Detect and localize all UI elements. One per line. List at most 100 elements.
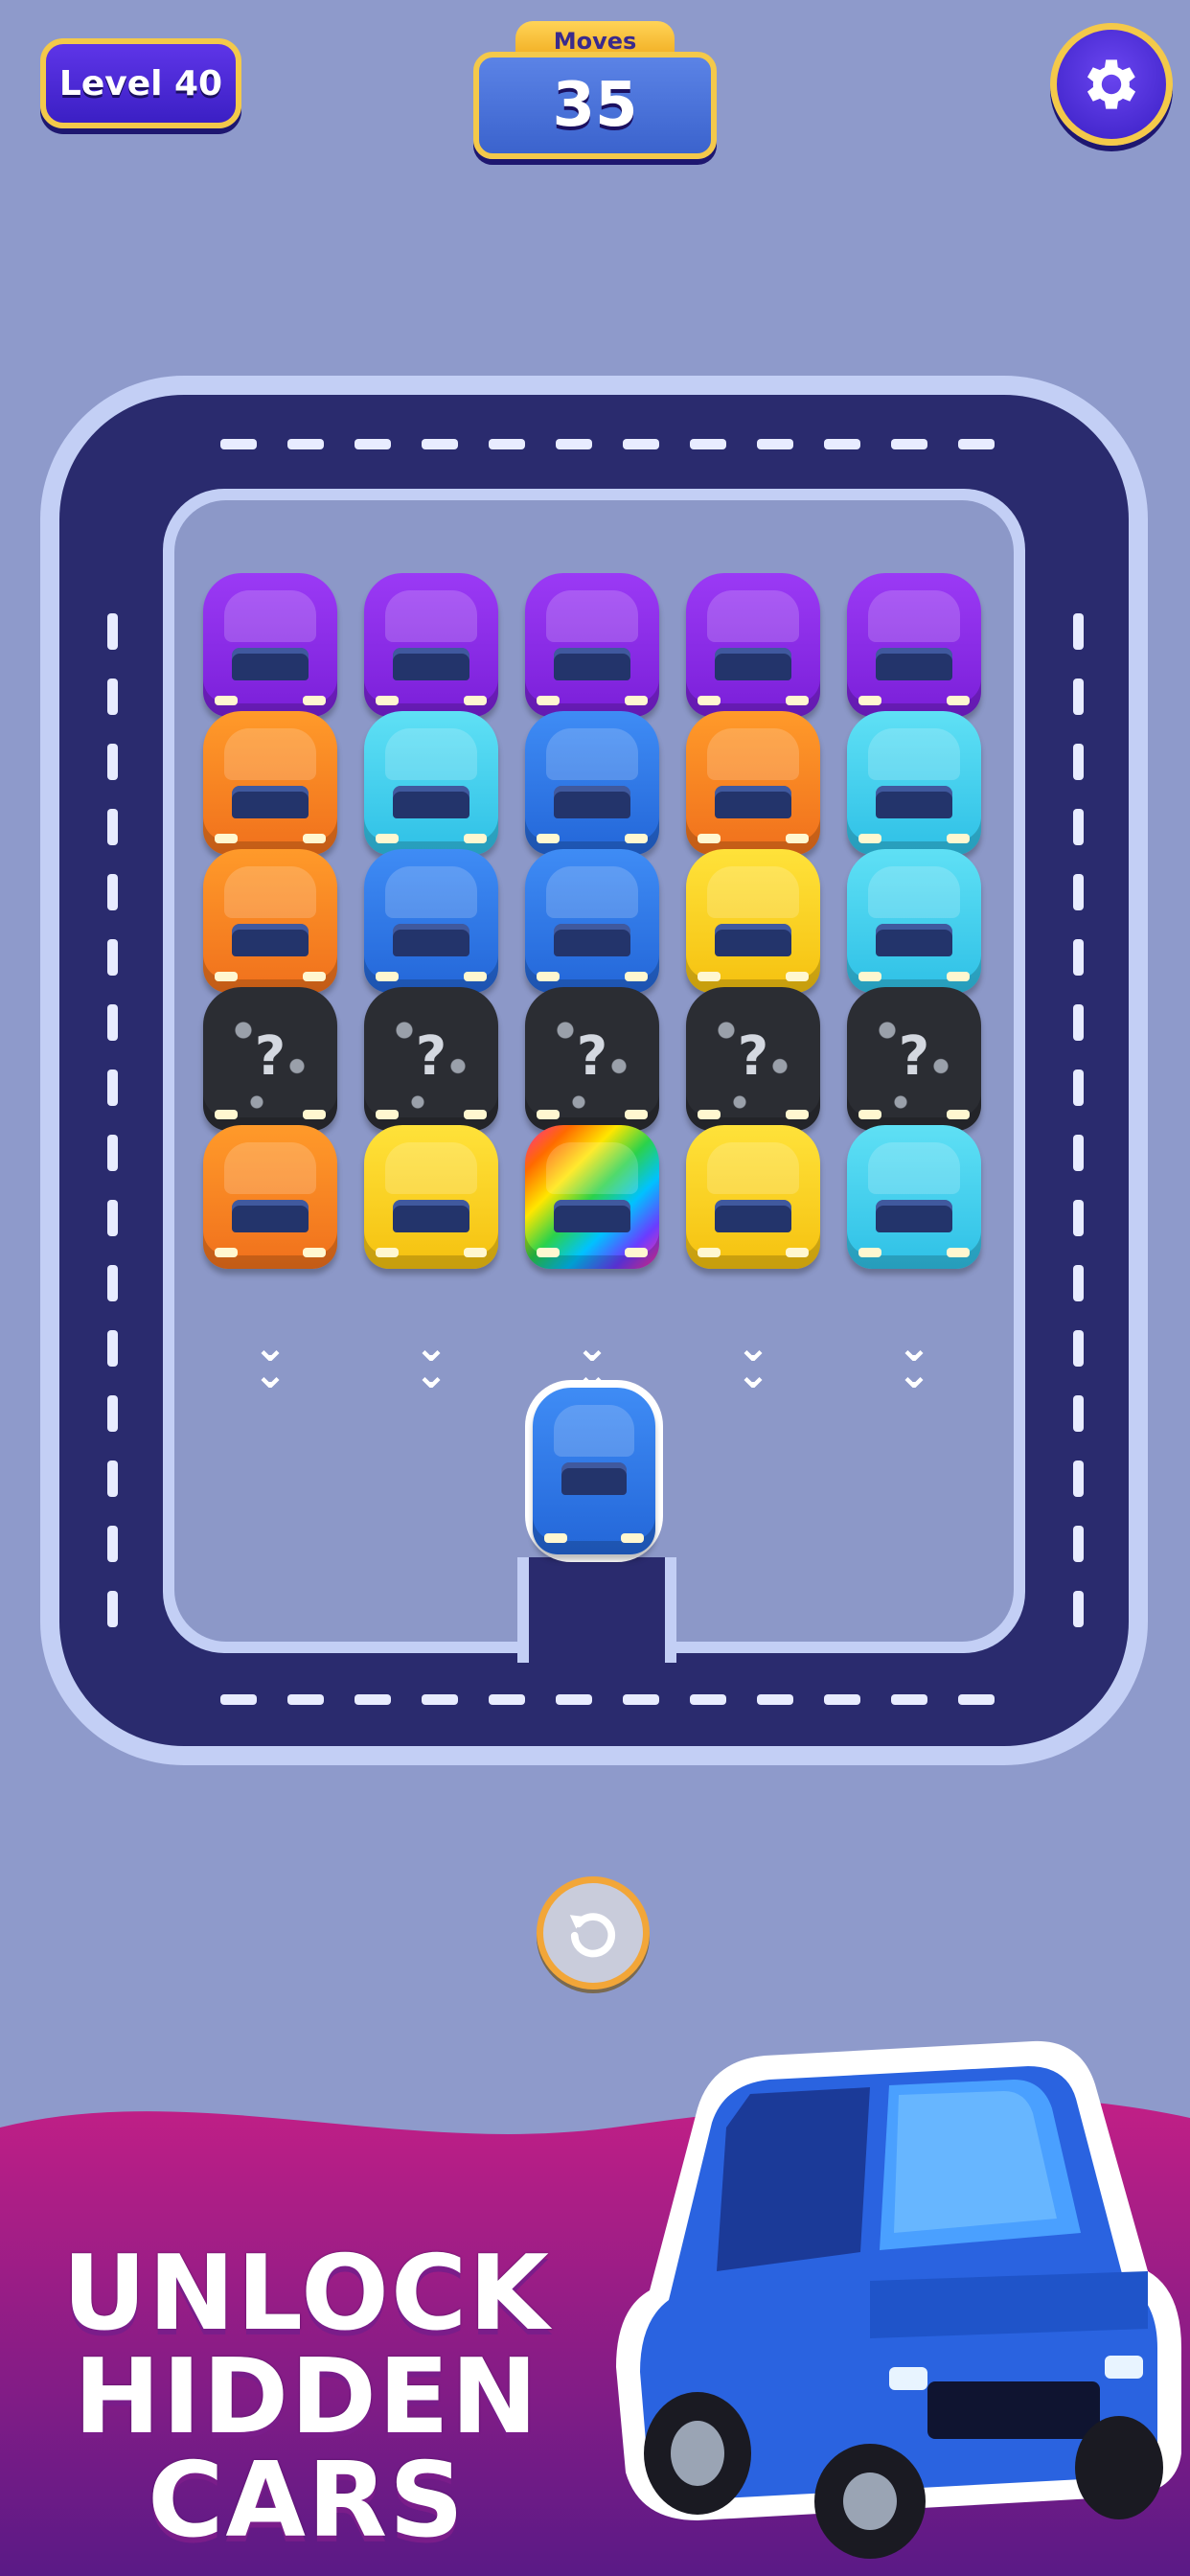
- road-dash: [107, 1526, 118, 1562]
- road-dash: [107, 1330, 118, 1367]
- road-dash: [824, 439, 860, 449]
- car-mystery[interactable]: ?: [686, 987, 820, 1131]
- moves-value: 35: [552, 70, 638, 141]
- car-orange[interactable]: [203, 711, 337, 855]
- road-dash: [958, 439, 995, 449]
- road-dash: [489, 439, 525, 449]
- road-dash: [107, 1265, 118, 1301]
- road-dash: [1073, 939, 1084, 976]
- promo-line-2: HIDDEN: [73, 2337, 540, 2457]
- car-mystery[interactable]: ?: [364, 987, 498, 1131]
- road-dash: [107, 744, 118, 780]
- car-cyan[interactable]: [847, 711, 981, 855]
- chevron-down-icon: ⌄ ⌄: [897, 1323, 931, 1397]
- chevron-down-icon: ⌄ ⌄: [253, 1323, 287, 1397]
- car-yellow[interactable]: [364, 1125, 498, 1269]
- road-dash: [556, 439, 592, 449]
- car-purple[interactable]: [686, 573, 820, 717]
- road-dash: [1073, 1070, 1084, 1106]
- car-yellow[interactable]: [686, 849, 820, 993]
- road-dash: [1073, 1330, 1084, 1367]
- road-dash: [107, 1004, 118, 1041]
- road-dash: [107, 1460, 118, 1497]
- car-purple[interactable]: [525, 573, 659, 717]
- mystery-mark: ?: [415, 1025, 447, 1088]
- car-purple[interactable]: [203, 573, 337, 717]
- road-dash: [107, 1200, 118, 1236]
- road-dash: [1073, 1591, 1084, 1627]
- car-mystery[interactable]: ?: [525, 987, 659, 1131]
- road-dash: [1073, 1004, 1084, 1041]
- car-cyan[interactable]: [364, 711, 498, 855]
- promo-line-3: CARS: [148, 2441, 466, 2561]
- mystery-mark: ?: [898, 1025, 930, 1088]
- road-dash: [1073, 1526, 1084, 1562]
- road-dash: [690, 439, 726, 449]
- car-mystery[interactable]: ?: [203, 987, 337, 1131]
- road-dash: [1073, 1265, 1084, 1301]
- road-dash: [422, 1694, 458, 1705]
- car-purple[interactable]: [847, 573, 981, 717]
- active-car-body: [533, 1388, 655, 1554]
- car-blue[interactable]: [525, 849, 659, 993]
- moves-value-box: 35: [473, 52, 717, 159]
- road-dash: [107, 1591, 118, 1627]
- road-dash: [220, 1694, 257, 1705]
- car-blue[interactable]: [364, 849, 498, 993]
- road-dash: [1073, 1460, 1084, 1497]
- road-dash: [107, 1395, 118, 1432]
- mystery-mark: ?: [737, 1025, 769, 1088]
- road-dash: [1073, 1395, 1084, 1432]
- settings-button[interactable]: [1050, 23, 1173, 146]
- car-mystery[interactable]: ?: [847, 987, 981, 1131]
- road-dash: [107, 678, 118, 715]
- car-orange[interactable]: [686, 711, 820, 855]
- road-dash: [107, 874, 118, 910]
- car-blue[interactable]: [525, 711, 659, 855]
- road-dash: [489, 1694, 525, 1705]
- car-orange[interactable]: [203, 1125, 337, 1269]
- road-dash: [107, 613, 118, 650]
- car-cyan[interactable]: [847, 1125, 981, 1269]
- road-dash: [220, 439, 257, 449]
- car-orange[interactable]: [203, 849, 337, 993]
- car-cyan[interactable]: [847, 849, 981, 993]
- road-dash: [757, 1694, 793, 1705]
- moves-counter: Moves 35: [473, 21, 717, 163]
- road-dash: [958, 1694, 995, 1705]
- road-dash: [422, 439, 458, 449]
- road-dash: [1073, 613, 1084, 650]
- road-dash: [1073, 1200, 1084, 1236]
- chevron-down-icon: ⌄ ⌄: [414, 1323, 448, 1397]
- promo-headline: UNLOCK HIDDEN CARS: [38, 2242, 575, 2553]
- gear-icon: [1087, 59, 1136, 109]
- road-dash: [1073, 1135, 1084, 1171]
- road-dash: [623, 439, 659, 449]
- mystery-mark: ?: [254, 1025, 286, 1088]
- active-car[interactable]: [525, 1380, 663, 1562]
- chevron-down-icon: ⌄ ⌄: [736, 1323, 770, 1397]
- road-dash: [690, 1694, 726, 1705]
- road-dash: [107, 1135, 118, 1171]
- road-dash: [107, 1070, 118, 1106]
- road-dash: [287, 439, 324, 449]
- road-dash: [1073, 678, 1084, 715]
- level-button[interactable]: Level 40: [40, 38, 241, 128]
- road-dash: [1073, 809, 1084, 845]
- road-dash: [824, 1694, 860, 1705]
- mystery-mark: ?: [576, 1025, 608, 1088]
- undo-icon: [569, 1913, 616, 1958]
- undo-button[interactable]: [537, 1876, 650, 1990]
- road-dash: [757, 439, 793, 449]
- road-dash: [107, 939, 118, 976]
- road-dash: [891, 1694, 927, 1705]
- car-yellow[interactable]: [686, 1125, 820, 1269]
- road-dash: [623, 1694, 659, 1705]
- road-dash: [355, 1694, 391, 1705]
- car-purple[interactable]: [364, 573, 498, 717]
- car-rainbow[interactable]: [525, 1125, 659, 1269]
- road-dash: [107, 809, 118, 845]
- promo-line-1: UNLOCK: [62, 2234, 551, 2354]
- promo-car-illustration: [616, 2040, 1181, 2559]
- road-dash: [287, 1694, 324, 1705]
